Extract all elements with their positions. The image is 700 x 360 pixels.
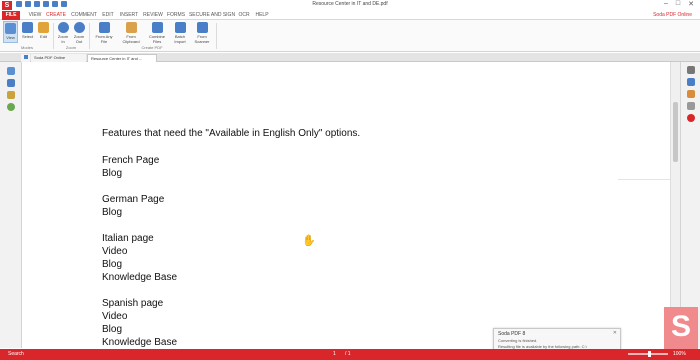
tab-insert[interactable]: INSERT xyxy=(119,11,139,20)
window-controls: – □ ✕ xyxy=(664,0,694,8)
document-line: Video xyxy=(102,246,128,257)
group-label-modes: Modes xyxy=(20,45,33,50)
document-line: Blog xyxy=(102,259,123,270)
from-clipboard-button[interactable]: From Clipboard xyxy=(119,21,143,44)
select-icon xyxy=(22,22,33,33)
zoom-in-icon xyxy=(57,22,69,33)
group-separator xyxy=(53,23,54,49)
maximize-button[interactable]: □ xyxy=(676,0,680,8)
status-bar: Search 1 / 1 100% xyxy=(0,349,700,360)
zoom-in-button[interactable]: Zoom In xyxy=(56,21,70,44)
group-separator xyxy=(216,23,217,49)
properties-icon[interactable] xyxy=(687,78,695,86)
group-label-create-pdf: Create PDF xyxy=(141,45,163,50)
document-line: Blog xyxy=(102,207,123,218)
from-any-file-button[interactable]: From Any File xyxy=(92,21,116,44)
tab-secure-and-sign[interactable]: SECURE AND SIGN xyxy=(188,11,236,20)
tab-review[interactable]: REVIEW xyxy=(142,11,164,20)
combine-files-button[interactable]: Combine Files xyxy=(146,21,168,44)
title-bar: S Resource Center in IT and DE.pdf – □ ✕ xyxy=(0,0,700,10)
batch-icon xyxy=(174,22,186,33)
bookmarks-icon[interactable] xyxy=(7,79,15,87)
document-tab-row: Soda PDF Online Resource Center in IT an… xyxy=(0,53,700,62)
home-tab[interactable] xyxy=(21,54,30,62)
tab-help[interactable]: HELP xyxy=(254,11,270,20)
document-line: Video xyxy=(102,311,128,322)
minimize-button[interactable]: – xyxy=(664,0,668,8)
close-button[interactable]: ✕ xyxy=(688,0,694,8)
document-line: Knowledge Base xyxy=(102,337,178,348)
attachments-icon[interactable] xyxy=(687,102,695,110)
home-icon xyxy=(24,55,28,59)
document-line: Italian page xyxy=(102,233,154,244)
zoom-slider-knob[interactable] xyxy=(648,351,651,357)
search-field[interactable]: Search xyxy=(8,349,24,359)
pdf-page: Features that need the "Available in Eng… xyxy=(82,62,690,348)
group-label-zoom: Zoom xyxy=(65,45,77,50)
tab-forms[interactable]: FORMS xyxy=(166,11,186,20)
document-heading: Features that need the "Available in Eng… xyxy=(102,128,361,139)
scanner-icon xyxy=(196,22,208,33)
tab-document[interactable]: Resource Center in IT and ... xyxy=(87,54,157,62)
notification-close-icon[interactable]: ✕ xyxy=(613,330,617,336)
zoom-out-button[interactable]: Zoom Out xyxy=(72,21,86,44)
document-line: Blog xyxy=(102,168,123,179)
view-icon xyxy=(5,23,16,34)
combine-icon xyxy=(151,22,163,33)
tab-edit[interactable]: EDIT xyxy=(101,11,115,20)
select-button[interactable]: Select xyxy=(20,21,35,43)
tab-file[interactable]: FILE xyxy=(2,11,20,20)
tab-comment[interactable]: COMMENT xyxy=(70,11,98,20)
right-sidebar xyxy=(680,62,700,348)
tab-soda-pdf-online[interactable]: Soda PDF Online xyxy=(31,54,86,62)
clipboard-icon xyxy=(125,22,137,33)
layers-icon[interactable] xyxy=(7,91,15,99)
window-title: Resource Center in IT and DE.pdf xyxy=(312,1,388,7)
ribbon: View Select Edit Zoom In Zoom Out From A… xyxy=(0,20,700,52)
zoom-level: 100% xyxy=(673,351,686,357)
batch-import-button[interactable]: Batch Import xyxy=(170,21,190,44)
document-line: Spanish page xyxy=(102,298,164,309)
pages-icon[interactable] xyxy=(7,67,15,75)
soda-logo-icon: S xyxy=(664,307,698,349)
view-button[interactable]: View xyxy=(3,21,18,43)
page-total: / 1 xyxy=(345,351,351,357)
notification-title: Soda PDF 8 xyxy=(498,331,526,337)
tab-ocr[interactable]: OCR xyxy=(238,11,250,20)
menu-bar: FILE VIEW CREATE COMMENT EDIT INSERT REV… xyxy=(0,11,700,20)
search-panel-icon[interactable] xyxy=(7,103,15,111)
from-file-icon xyxy=(98,22,110,33)
zoom-out-icon xyxy=(73,22,85,33)
signatures-icon[interactable] xyxy=(687,114,695,122)
document-line: German Page xyxy=(102,194,165,205)
group-separator xyxy=(89,23,90,49)
from-scanner-button[interactable]: From Scanner xyxy=(192,21,212,44)
hand-cursor-icon: ✋ xyxy=(302,235,316,247)
scrollbar-thumb[interactable] xyxy=(673,102,678,162)
edit-icon xyxy=(38,22,49,33)
tab-create[interactable]: CREATE xyxy=(45,11,67,20)
tools-icon[interactable] xyxy=(687,66,695,74)
brand-link[interactable]: Soda PDF Online xyxy=(653,12,692,18)
document-line: Blog xyxy=(102,324,123,335)
edit-button[interactable]: Edit xyxy=(37,21,50,43)
document-line: French Page xyxy=(102,155,160,166)
document-line: Knowledge Base xyxy=(102,272,178,283)
left-sidebar xyxy=(0,62,22,348)
document-canvas[interactable]: Features that need the "Available in Eng… xyxy=(22,62,690,348)
comments-icon[interactable] xyxy=(687,90,695,98)
page-number-input[interactable]: 1 xyxy=(333,349,336,359)
vertical-scrollbar[interactable] xyxy=(670,62,680,348)
tab-view[interactable]: VIEW xyxy=(27,11,43,20)
notification-message: Converting is finished. xyxy=(498,338,538,343)
